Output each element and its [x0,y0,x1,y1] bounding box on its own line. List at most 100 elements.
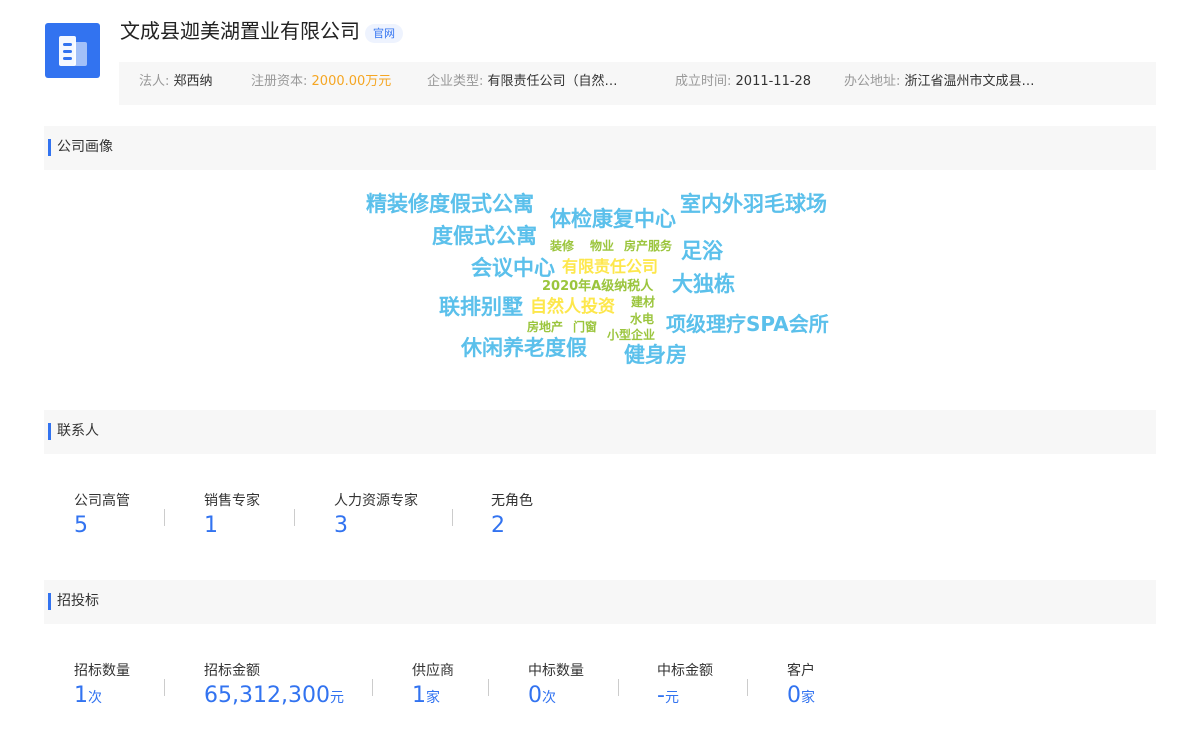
stat-divider [452,509,453,526]
section-header-bidding: 招投标 [44,580,1156,624]
stat-value: 0家 [787,683,815,711]
section-title-contacts: 联系人 [57,423,99,439]
cloud-word: 房地产 [527,320,564,334]
stat-number: 1 [412,683,426,708]
registered-capital: 注册资本: 2000.00万元 [251,62,391,102]
cloud-word: 物业 [590,239,615,253]
type-value: 有限责任公司（自然… [487,74,618,89]
stat-label: 中标金额 [657,663,713,679]
founded-date: 成立时间: 2011-11-28 [675,62,811,102]
cloud-word: 联排别墅 [439,295,523,319]
cloud-word: 健身房 [624,343,687,367]
section-header-portrait: 公司画像 [44,126,1156,170]
stat-divider [164,509,165,526]
stat-value: 65,312,300元 [204,683,344,711]
stat-unit: 家 [801,690,815,706]
bid-stat-won-count[interactable]: 中标数量 0次 [528,663,584,711]
cloud-word: 水电 [630,312,655,326]
cloud-word: 装修 [550,239,575,253]
legal-person-value[interactable]: 郑西纳 [174,74,213,89]
stat-divider [164,679,165,696]
contact-stat-sales[interactable]: 销售专家 1 [204,493,260,539]
cloud-word: 有限责任公司 [562,257,659,276]
stat-value: 2 [491,513,505,538]
stat-number: 0 [528,683,542,708]
stat-label: 供应商 [412,663,454,679]
legal-person-label: 法人: [139,74,170,89]
cloud-word: 小型企业 [607,328,656,342]
stat-value: 1家 [412,683,454,711]
stat-label: 中标数量 [528,663,584,679]
stat-unit: 元 [664,690,679,706]
address-value: 浙江省温州市文成县… [904,74,1035,89]
office-address: 办公地址: 浙江省温州市文成县… [844,62,1035,102]
stat-unit: 家 [426,690,440,706]
stat-divider [372,679,373,696]
cloud-word: 休闲养老度假 [461,336,587,360]
type-label: 企业类型: [427,74,484,89]
stat-value: 0次 [528,683,584,711]
stat-label: 销售专家 [204,493,260,509]
stat-divider [747,679,748,696]
stat-number: 1 [74,683,88,708]
stat-value: 3 [334,513,348,538]
founded-label: 成立时间: [675,74,732,89]
section-title-bidding: 招投标 [57,593,99,609]
official-site-tag[interactable]: 官网 [365,24,403,43]
stat-value: 1次 [74,683,130,711]
capital-value: 2000.00万元 [311,74,392,89]
cloud-word: 房产服务 [624,239,673,253]
section-header-contacts: 联系人 [44,410,1156,454]
stat-value: -元 [657,683,713,711]
cloud-word: 会议中心 [471,256,555,280]
stat-number: - [657,683,665,708]
company-type: 企业类型: 有限责任公司（自然… [427,62,618,102]
cloud-word: 2020年A级纳税人 [542,279,654,294]
stat-label: 招标金额 [204,663,260,679]
cloud-word: 建材 [631,295,656,309]
stat-number: 65,312,300 [204,683,330,708]
cloud-word: 室内外羽毛球场 [680,192,827,216]
company-logo [45,23,100,78]
bid-stat-won-amount[interactable]: 中标金额 -元 [657,663,713,711]
section-title-portrait: 公司画像 [57,139,113,155]
contact-stat-hr[interactable]: 人力资源专家 3 [334,493,418,539]
cloud-word: 大独栋 [672,272,735,296]
section-accent-bar [48,139,51,156]
company-name: 文成县迦美湖置业有限公司 [120,19,360,43]
stat-label: 招标数量 [74,663,130,679]
stat-unit: 元 [329,690,344,706]
cloud-word: 门窗 [573,320,598,334]
stat-value: 5 [74,513,88,538]
bid-stat-customers[interactable]: 客户 0家 [787,663,815,711]
stat-divider [294,509,295,526]
stat-label: 客户 [787,663,815,679]
stat-unit: 次 [88,690,102,706]
capital-label: 注册资本: [251,74,308,89]
section-accent-bar [48,423,51,440]
bid-stat-count[interactable]: 招标数量 1次 [74,663,130,711]
stat-divider [488,679,489,696]
contact-stat-executives[interactable]: 公司高管 5 [74,493,130,539]
cloud-word: 度假式公寓 [432,224,537,248]
founded-value: 2011-11-28 [735,74,812,89]
stat-value: 1 [204,513,218,538]
company-info-bar: 法人: 郑西纳 注册资本: 2000.00万元 企业类型: 有限责任公司（自然…… [119,62,1156,105]
bid-stat-amount[interactable]: 招标金额 65,312,300元 [204,663,344,711]
cloud-word: 项级理疗SPA会所 [666,312,829,336]
contact-stat-no-role[interactable]: 无角色 2 [491,493,533,539]
address-label: 办公地址: [844,74,901,89]
cloud-word: 体检康复中心 [550,207,676,231]
stat-number: 0 [787,683,801,708]
cloud-word: 精装修度假式公寓 [366,192,534,216]
stat-label: 公司高管 [74,493,130,509]
cloud-word: 自然人投资 [530,297,615,317]
cloud-word: 足浴 [681,239,723,263]
section-accent-bar [48,593,51,610]
stat-divider [618,679,619,696]
legal-person: 法人: 郑西纳 [139,62,213,102]
bid-stat-suppliers[interactable]: 供应商 1家 [412,663,454,711]
building-icon [59,36,87,66]
stat-unit: 次 [542,690,556,706]
stat-label: 人力资源专家 [334,493,418,509]
